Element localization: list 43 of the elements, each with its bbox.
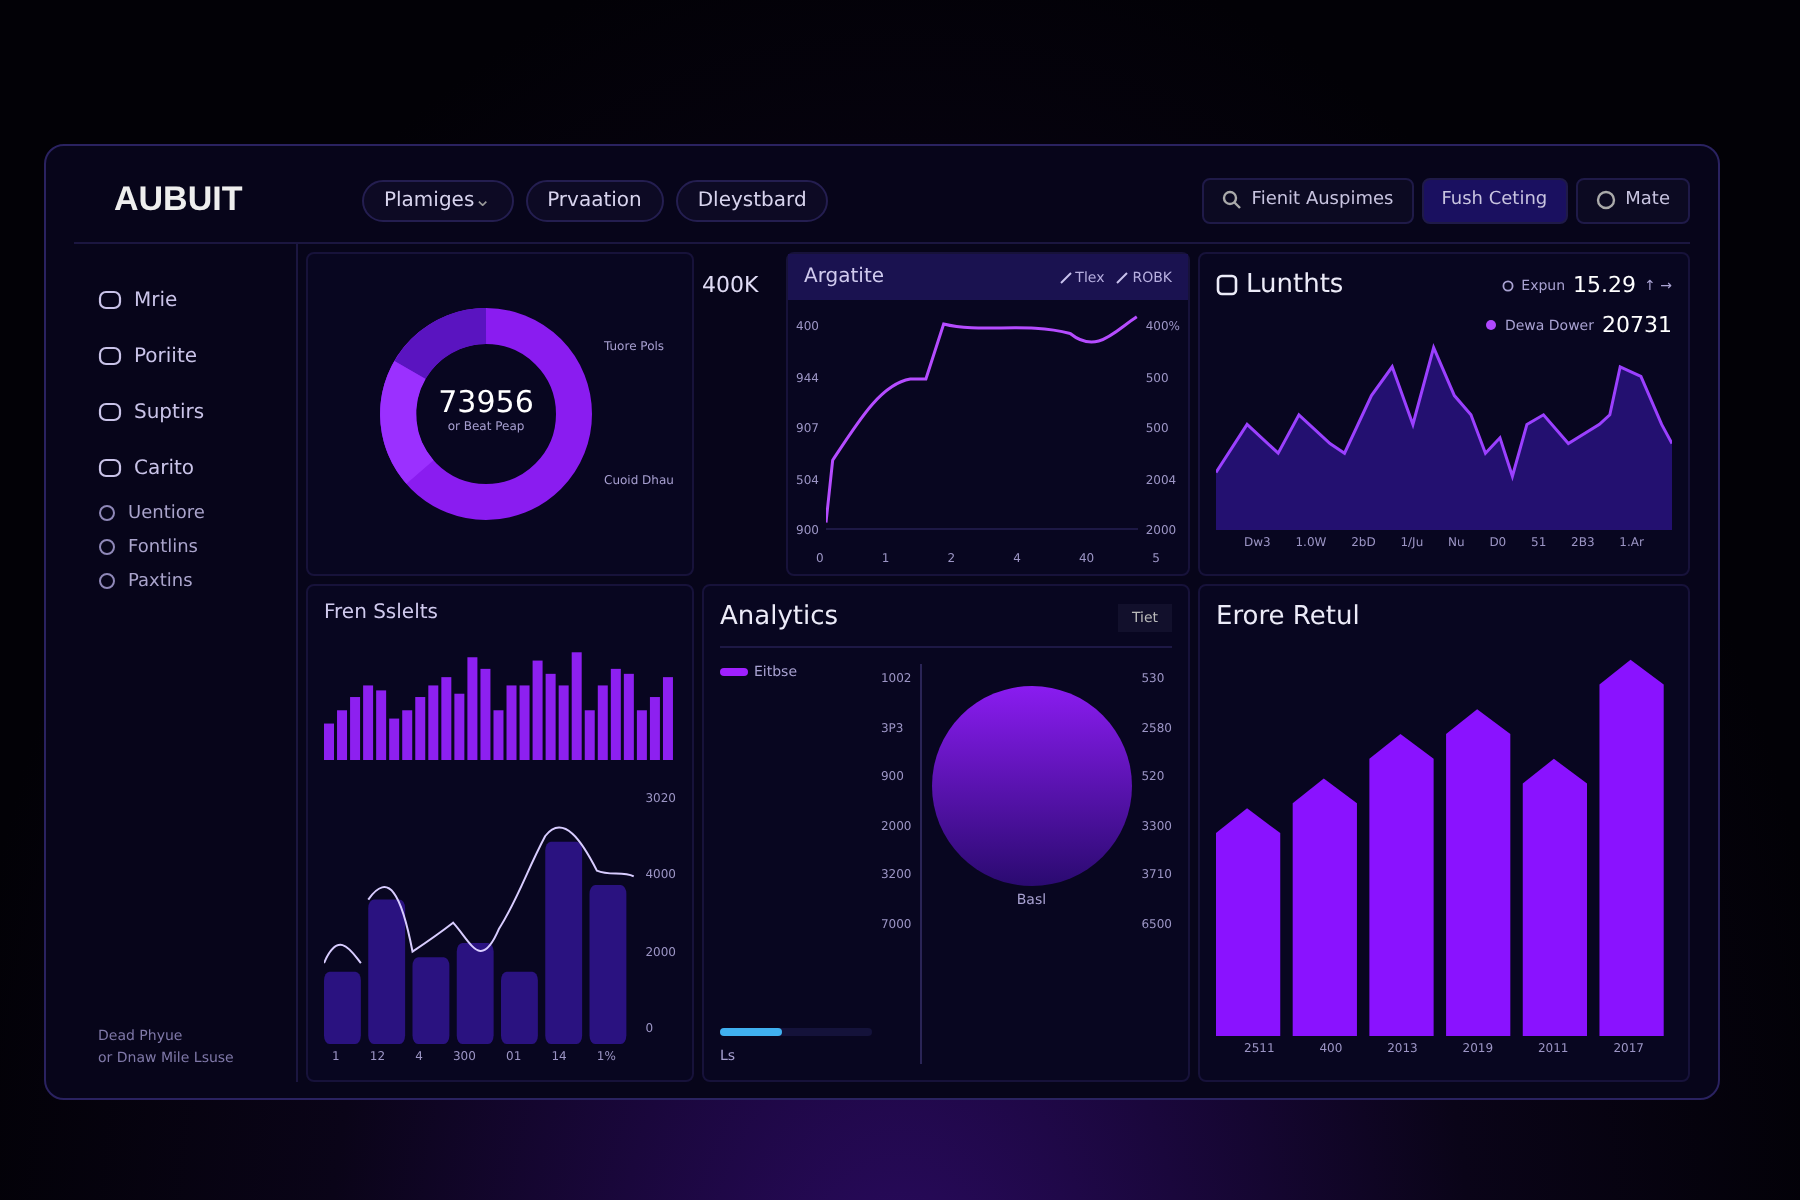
profile-button[interactable]: Mate [1575, 177, 1690, 223]
circle-icon [1501, 279, 1514, 291]
user-icon [1595, 189, 1616, 211]
circle-icon [98, 538, 116, 556]
sidebar-item[interactable]: Paxtins [98, 564, 296, 598]
logo: AUBUIT [112, 180, 245, 220]
nav-tab[interactable]: Dleystbard [675, 179, 829, 221]
legend-dot [1486, 320, 1497, 330]
sidebar-item[interactable]: Fontlins [98, 530, 296, 564]
bar [324, 723, 334, 760]
bar [456, 942, 494, 1044]
bar [501, 971, 538, 1044]
menu-icon [98, 400, 122, 424]
sidebar-item[interactable]: Poriite [98, 328, 296, 384]
stat-value: 20731 [1602, 312, 1672, 338]
menu-icon [98, 344, 122, 368]
donut-value: 73956 [436, 384, 536, 420]
line-icon [1059, 271, 1072, 283]
chart-title: Lunthts [1246, 270, 1344, 300]
stat-value: 15.29 [1573, 272, 1637, 298]
primary-button[interactable]: Fush Ceting [1421, 177, 1568, 223]
bar [324, 971, 361, 1044]
nav-tab[interactable]: Prvaation [525, 179, 664, 221]
line-icon [1116, 271, 1129, 283]
circle-icon [98, 504, 116, 522]
chart-title: Fren Sslelts [324, 602, 440, 624]
circle-icon [98, 572, 116, 590]
panel-title: Analytics [720, 602, 839, 632]
sidebar-item[interactable]: Uentiore [98, 496, 296, 530]
legend-swatch [720, 668, 748, 676]
menu-icon [98, 288, 122, 312]
search-icon [1221, 190, 1242, 210]
search-button[interactable]: Fienit Auspimes [1201, 177, 1414, 223]
menu-icon [98, 456, 122, 480]
square-icon [1216, 274, 1238, 296]
sidebar-item[interactable]: Mrie [98, 272, 296, 328]
kpi-value: 400K [702, 270, 761, 302]
chart-title: Erore Retul [1216, 602, 1362, 632]
chart-title: Argatite [804, 266, 885, 288]
sidebar-item[interactable]: Suptirs [98, 384, 296, 440]
bar [412, 957, 450, 1044]
sidebar-item[interactable]: Carito [98, 440, 296, 496]
nav-tab[interactable]: Plamiges⌄ [362, 179, 514, 221]
